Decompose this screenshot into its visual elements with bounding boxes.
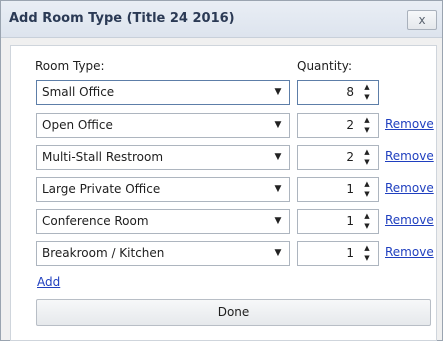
- spin-up-icon[interactable]: ▲: [361, 82, 373, 92]
- chevron-down-icon[interactable]: ▼: [267, 178, 289, 201]
- quantity-stepper[interactable]: 8 ▲ ▼: [297, 80, 379, 105]
- spin-up-icon[interactable]: ▲: [361, 115, 373, 125]
- room-type-value: Conference Room: [42, 214, 149, 228]
- spin-down-icon[interactable]: ▼: [361, 221, 373, 231]
- room-type-value: Open Office: [42, 118, 113, 132]
- room-type-dropdown[interactable]: Open Office ▼: [36, 113, 290, 138]
- spin-down-icon[interactable]: ▼: [361, 125, 373, 135]
- dialog-content: Room Type: Quantity: Small Office ▼ 8 ▲ …: [10, 45, 437, 341]
- quantity-stepper[interactable]: 2 ▲ ▼: [297, 113, 379, 138]
- chevron-down-icon[interactable]: ▼: [267, 146, 289, 169]
- room-row: Multi-Stall Restroom ▼ 2 ▲ ▼ Remove: [11, 145, 436, 170]
- room-type-dropdown[interactable]: Conference Room ▼: [36, 209, 290, 234]
- remove-link[interactable]: Remove: [385, 213, 434, 227]
- window-title: Add Room Type (Title 24 2016): [9, 11, 235, 26]
- spin-up-icon[interactable]: ▲: [361, 147, 373, 157]
- quantity-value: 1: [346, 246, 354, 260]
- room-type-header: Room Type:: [35, 59, 105, 73]
- room-type-dropdown[interactable]: Breakroom / Kitchen ▼: [36, 241, 290, 266]
- room-type-dropdown[interactable]: Large Private Office ▼: [36, 177, 290, 202]
- chevron-down-icon[interactable]: ▼: [267, 242, 289, 265]
- quantity-value: 1: [346, 214, 354, 228]
- quantity-header: Quantity:: [297, 59, 353, 73]
- room-type-value: Multi-Stall Restroom: [42, 150, 164, 164]
- close-icon: x: [418, 13, 426, 27]
- spin-down-icon[interactable]: ▼: [361, 157, 373, 167]
- room-row: Breakroom / Kitchen ▼ 1 ▲ ▼ Remove: [11, 241, 436, 266]
- remove-link[interactable]: Remove: [385, 245, 434, 259]
- spin-down-icon[interactable]: ▼: [361, 189, 373, 199]
- remove-link[interactable]: Remove: [385, 181, 434, 195]
- title-bar: Add Room Type (Title 24 2016) x: [1, 1, 442, 38]
- add-link[interactable]: Add: [37, 275, 60, 289]
- quantity-value: 1: [346, 182, 354, 196]
- quantity-stepper[interactable]: 1 ▲ ▼: [297, 209, 379, 234]
- chevron-down-icon[interactable]: ▼: [267, 114, 289, 137]
- room-type-value: Small Office: [42, 85, 115, 99]
- chevron-down-icon[interactable]: ▼: [267, 81, 289, 104]
- spin-up-icon[interactable]: ▲: [361, 211, 373, 221]
- spin-up-icon[interactable]: ▲: [361, 179, 373, 189]
- done-button[interactable]: Done: [36, 299, 431, 326]
- chevron-down-icon[interactable]: ▼: [267, 210, 289, 233]
- quantity-stepper[interactable]: 1 ▲ ▼: [297, 241, 379, 266]
- room-type-dropdown[interactable]: Small Office ▼: [36, 80, 290, 105]
- spin-down-icon[interactable]: ▼: [361, 253, 373, 263]
- quantity-value: 8: [346, 85, 354, 99]
- room-row: Conference Room ▼ 1 ▲ ▼ Remove: [11, 209, 436, 234]
- remove-link[interactable]: Remove: [385, 117, 434, 131]
- quantity-stepper[interactable]: 1 ▲ ▼: [297, 177, 379, 202]
- room-type-value: Large Private Office: [42, 182, 161, 196]
- remove-link[interactable]: Remove: [385, 149, 434, 163]
- spin-down-icon[interactable]: ▼: [361, 92, 373, 102]
- add-room-type-dialog: Add Room Type (Title 24 2016) x Room Typ…: [0, 0, 443, 341]
- room-row: Large Private Office ▼ 1 ▲ ▼ Remove: [11, 177, 436, 202]
- room-type-value: Breakroom / Kitchen: [42, 246, 165, 260]
- room-type-dropdown[interactable]: Multi-Stall Restroom ▼: [36, 145, 290, 170]
- room-row: Open Office ▼ 2 ▲ ▼ Remove: [11, 113, 436, 138]
- room-row: Small Office ▼ 8 ▲ ▼: [11, 80, 436, 105]
- quantity-value: 2: [346, 150, 354, 164]
- quantity-stepper[interactable]: 2 ▲ ▼: [297, 145, 379, 170]
- quantity-value: 2: [346, 118, 354, 132]
- spin-up-icon[interactable]: ▲: [361, 243, 373, 253]
- close-button[interactable]: x: [407, 10, 437, 30]
